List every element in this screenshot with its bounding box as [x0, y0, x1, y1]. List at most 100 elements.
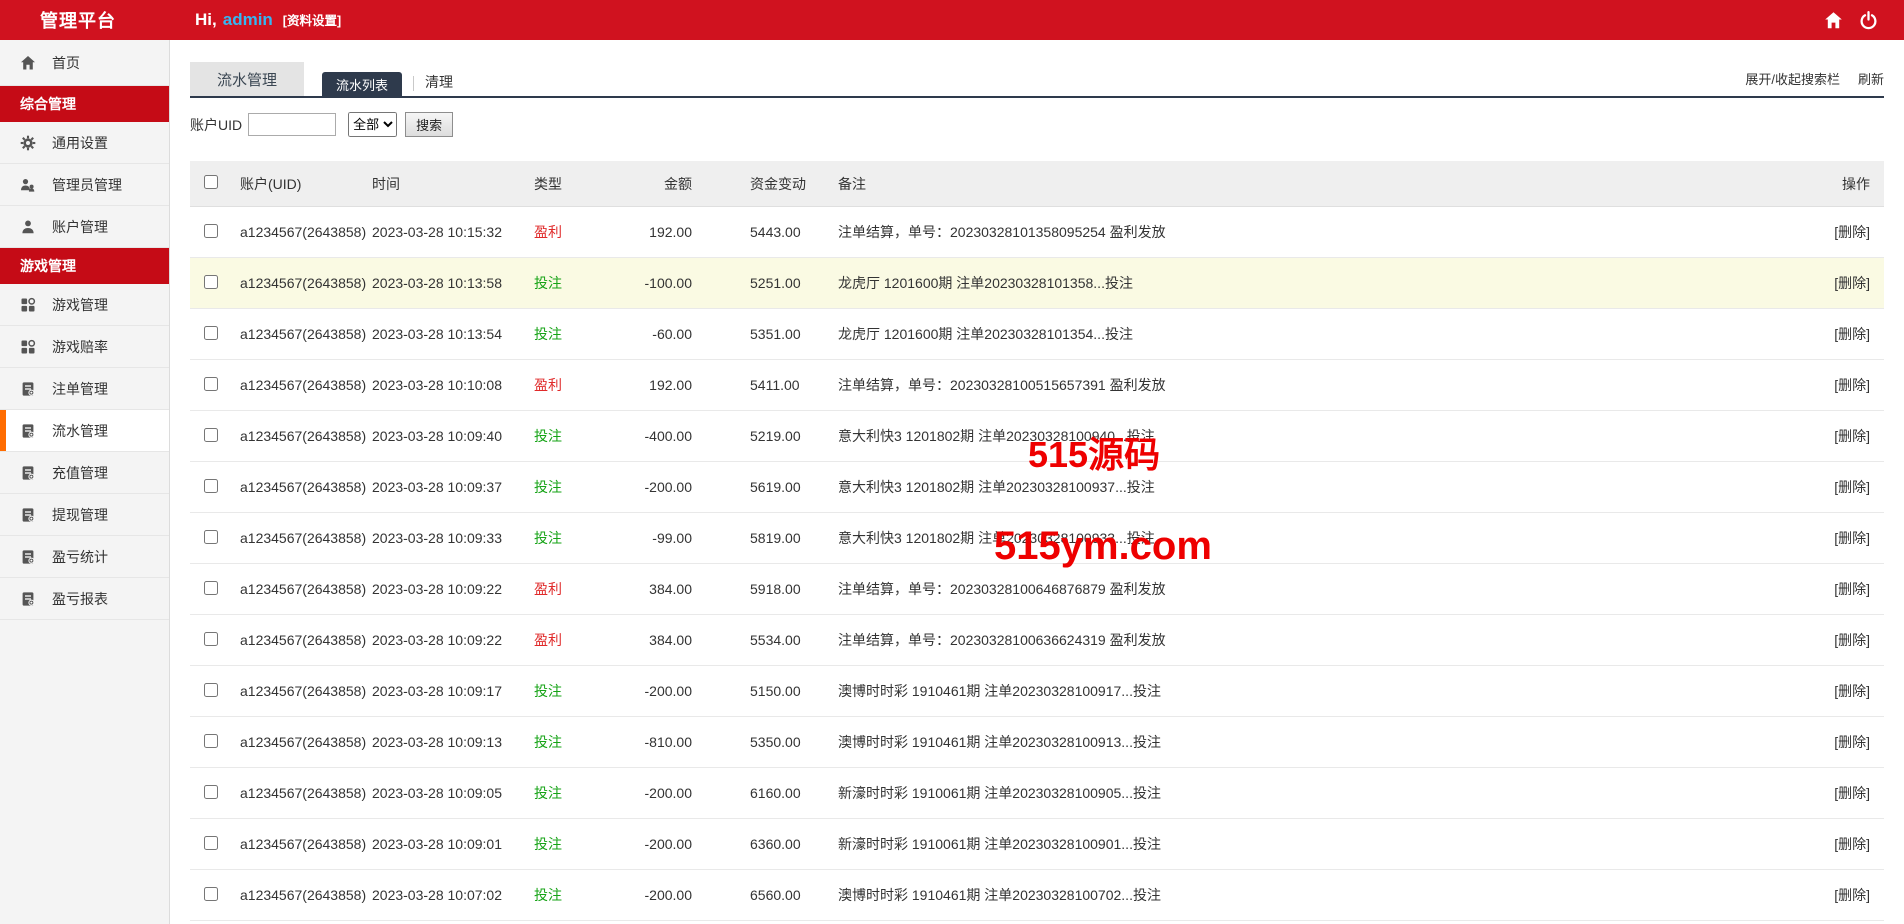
row-checkbox[interactable] — [204, 479, 218, 493]
delete-link[interactable]: [删除] — [1834, 785, 1870, 801]
top-header: 管理平台 Hi, admin [资料设置] — [0, 0, 1904, 40]
table-body: a1234567(2643858) 2023-03-28 10:15:32 盈利… — [190, 207, 1884, 921]
row-checkbox[interactable] — [204, 683, 218, 697]
remark-cell: 澳博时时彩 1910461期 注单20230328100702...投注 — [830, 885, 1790, 905]
balance-cell: 6360.00 — [706, 836, 830, 852]
sidebar-item-bet-order-management[interactable]: 注单管理 — [0, 368, 169, 410]
time-cell: 2023-03-28 10:09:22 — [372, 581, 534, 597]
delete-link[interactable]: [删除] — [1834, 530, 1870, 546]
time-cell: 2023-03-28 10:09:40 — [372, 428, 534, 444]
search-button[interactable]: 搜索 — [405, 112, 453, 137]
type-filter-select[interactable]: 全部 — [348, 112, 397, 137]
sidebar-item-label: 提现管理 — [52, 505, 108, 525]
sidebar: 首页 综合管理 通用设置 管理员管理 账户管理 游戏管理 游戏管理 游戏赔率 注… — [0, 40, 170, 924]
row-checkbox[interactable] — [204, 887, 218, 901]
account-cell: a1234567(2643858) — [228, 275, 372, 291]
toggle-search-link[interactable]: 展开/收起搜索栏 — [1745, 69, 1840, 88]
amount-cell: 192.00 — [630, 377, 706, 393]
row-checkbox[interactable] — [204, 530, 218, 544]
table-row: a1234567(2643858) 2023-03-28 10:09:22 盈利… — [190, 615, 1884, 666]
refresh-link[interactable]: 刷新 — [1858, 69, 1884, 88]
grid-icon — [20, 297, 36, 313]
home-icon[interactable] — [1824, 11, 1843, 30]
select-all-checkbox[interactable] — [204, 175, 218, 189]
remark-cell: 意大利快3 1201802期 注单20230328100940...投注 — [830, 426, 1790, 446]
tab-flow-list[interactable]: 流水列表 — [322, 72, 402, 96]
user-icon — [20, 219, 36, 235]
delete-link[interactable]: [删除] — [1834, 683, 1870, 699]
row-checkbox[interactable] — [204, 836, 218, 850]
table-row: a1234567(2643858) 2023-03-28 10:15:32 盈利… — [190, 207, 1884, 258]
time-cell: 2023-03-28 10:13:54 — [372, 326, 534, 342]
account-cell: a1234567(2643858) — [228, 377, 372, 393]
sidebar-item-game-management[interactable]: 游戏管理 — [0, 284, 169, 326]
tab-separator — [413, 76, 414, 91]
time-cell: 2023-03-28 10:13:58 — [372, 275, 534, 291]
row-checkbox[interactable] — [204, 734, 218, 748]
account-cell: a1234567(2643858) — [228, 428, 372, 444]
type-badge: 盈利 — [534, 632, 562, 648]
sidebar-item-admin-management[interactable]: 管理员管理 — [0, 164, 169, 206]
time-cell: 2023-03-28 10:15:32 — [372, 224, 534, 240]
delete-link[interactable]: [删除] — [1834, 734, 1870, 750]
sidebar-item-label: 注单管理 — [52, 379, 108, 399]
type-badge: 投注 — [534, 479, 562, 495]
amount-cell: -200.00 — [630, 785, 706, 801]
balance-cell: 5443.00 — [706, 224, 830, 240]
delete-link[interactable]: [删除] — [1834, 224, 1870, 240]
profile-settings-link[interactable]: [资料设置] — [283, 10, 341, 29]
table-row: a1234567(2643858) 2023-03-28 10:09:13 投注… — [190, 717, 1884, 768]
amount-cell: -100.00 — [630, 275, 706, 291]
row-checkbox[interactable] — [204, 632, 218, 646]
column-header-account: 账户(UID) — [228, 174, 372, 194]
grid-icon — [20, 339, 36, 355]
remark-cell: 注单结算，单号：20230328101358095254 盈利发放 — [830, 222, 1790, 242]
delete-link[interactable]: [删除] — [1834, 632, 1870, 648]
home-icon — [20, 55, 36, 71]
row-checkbox[interactable] — [204, 224, 218, 238]
account-cell: a1234567(2643858) — [228, 530, 372, 546]
type-badge: 投注 — [534, 530, 562, 546]
sidebar-item-withdraw-management[interactable]: 提现管理 — [0, 494, 169, 536]
remark-cell: 澳博时时彩 1910461期 注单20230328100917...投注 — [830, 681, 1790, 701]
time-cell: 2023-03-28 10:10:08 — [372, 377, 534, 393]
app-title: 管理平台 — [0, 7, 170, 33]
sidebar-item-home[interactable]: 首页 — [0, 40, 169, 86]
row-checkbox[interactable] — [204, 581, 218, 595]
time-cell: 2023-03-28 10:09:37 — [372, 479, 534, 495]
sidebar-item-account-management[interactable]: 账户管理 — [0, 206, 169, 248]
delete-link[interactable]: [删除] — [1834, 428, 1870, 444]
sidebar-item-recharge-management[interactable]: 充值管理 — [0, 452, 169, 494]
delete-link[interactable]: [删除] — [1834, 581, 1870, 597]
row-checkbox[interactable] — [204, 275, 218, 289]
power-icon[interactable] — [1859, 11, 1878, 30]
delete-link[interactable]: [删除] — [1834, 275, 1870, 291]
delete-link[interactable]: [删除] — [1834, 326, 1870, 342]
type-badge: 投注 — [534, 836, 562, 852]
sidebar-item-label: 游戏赔率 — [52, 337, 108, 357]
sidebar-item-label: 管理员管理 — [52, 175, 122, 195]
sidebar-item-general-settings[interactable]: 通用设置 — [0, 122, 169, 164]
row-checkbox[interactable] — [204, 377, 218, 391]
row-checkbox[interactable] — [204, 428, 218, 442]
doc-icon — [20, 591, 36, 607]
balance-cell: 5351.00 — [706, 326, 830, 342]
delete-link[interactable]: [删除] — [1834, 887, 1870, 903]
time-cell: 2023-03-28 10:09:33 — [372, 530, 534, 546]
account-uid-input[interactable] — [248, 113, 336, 136]
sidebar-item-transaction-management[interactable]: 流水管理 — [0, 410, 169, 452]
delete-link[interactable]: [删除] — [1834, 479, 1870, 495]
balance-cell: 5534.00 — [706, 632, 830, 648]
delete-link[interactable]: [删除] — [1834, 836, 1870, 852]
table-row: a1234567(2643858) 2023-03-28 10:13:54 投注… — [190, 309, 1884, 360]
delete-link[interactable]: [删除] — [1834, 377, 1870, 393]
sidebar-item-profit-report[interactable]: 盈亏报表 — [0, 578, 169, 620]
row-checkbox[interactable] — [204, 785, 218, 799]
sidebar-item-label: 流水管理 — [52, 421, 108, 441]
tab-clean[interactable]: 清理 — [425, 72, 453, 96]
sidebar-item-game-odds[interactable]: 游戏赔率 — [0, 326, 169, 368]
remark-cell: 新濠时时彩 1910061期 注单20230328100901...投注 — [830, 834, 1790, 854]
row-checkbox[interactable] — [204, 326, 218, 340]
sidebar-item-profit-statistics[interactable]: 盈亏统计 — [0, 536, 169, 578]
amount-cell: -810.00 — [630, 734, 706, 750]
